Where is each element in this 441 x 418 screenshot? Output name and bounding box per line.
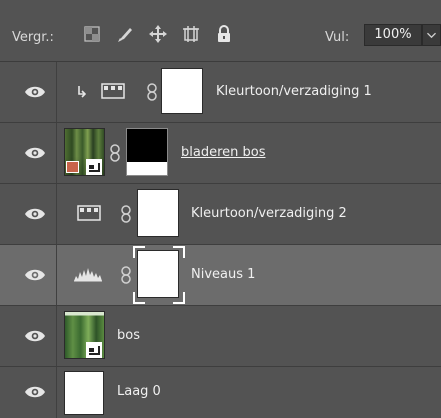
clipping-arrow-icon <box>78 86 86 98</box>
lock-all-icon[interactable] <box>214 24 234 44</box>
layer-name[interactable]: Kleurtoon/verzadiging 1 <box>216 84 372 99</box>
fill-input[interactable]: 100% <box>364 24 422 46</box>
levels-adjustment-icon <box>74 268 102 282</box>
layer-mask-thumbnail[interactable] <box>161 68 203 114</box>
mask-link-icon[interactable] <box>120 205 132 223</box>
mask-selection-bracket <box>173 292 185 304</box>
smart-object-badge-icon <box>86 159 102 175</box>
eye-column-divider <box>56 367 57 418</box>
mask-link-icon[interactable] <box>120 266 132 284</box>
layer-name[interactable]: Kleurtoon/verzadiging 2 <box>191 206 347 221</box>
hue-saturation-adjustment-icon <box>77 205 101 221</box>
layer-name[interactable]: Niveaus 1 <box>191 267 255 282</box>
chevron-down-icon <box>426 32 437 39</box>
mask-link-icon[interactable] <box>109 144 121 162</box>
lock-artboard-icon[interactable] <box>181 24 201 44</box>
visibility-eye-icon[interactable] <box>24 267 46 283</box>
mask-selection-bracket <box>173 246 185 258</box>
layer-mask-thumbnail[interactable] <box>126 128 168 176</box>
layer-name[interactable]: bos <box>117 328 140 343</box>
eye-column-divider <box>56 245 57 305</box>
visibility-eye-icon[interactable] <box>24 384 46 400</box>
lock-label: Vergr.: <box>12 30 54 45</box>
lock-image-pixels-icon[interactable] <box>115 24 135 44</box>
fill-dropdown[interactable] <box>422 24 441 46</box>
layer-thumbnail[interactable] <box>64 371 104 415</box>
layers-lock-toolbar: Vergr.: Vul: 100% <box>0 0 441 62</box>
layer-name[interactable]: Laag 0 <box>117 384 161 399</box>
mask-selection-bracket <box>133 292 145 304</box>
visibility-eye-icon[interactable] <box>24 328 46 344</box>
lock-transparent-pixels-icon[interactable] <box>82 24 102 44</box>
layer-row-selected[interactable]: Niveaus 1 <box>0 245 441 306</box>
layer-name[interactable]: bladeren bos <box>181 145 266 160</box>
visibility-eye-icon[interactable] <box>24 206 46 222</box>
layer-row[interactable]: bladeren bos <box>0 123 441 184</box>
smart-object-badge-icon <box>86 342 102 358</box>
layers-panel: Vergr.: Vul: 100% Kleurtoon/verzadiging … <box>0 0 441 418</box>
eye-column-divider <box>56 123 57 183</box>
hue-saturation-adjustment-icon <box>101 83 125 99</box>
layer-row[interactable]: Kleurtoon/verzadiging 2 <box>0 184 441 245</box>
image-badge-icon <box>66 161 79 173</box>
layer-row[interactable]: bos <box>0 306 441 367</box>
mask-selection-bracket <box>133 246 145 258</box>
visibility-eye-icon[interactable] <box>24 145 46 161</box>
layer-row[interactable]: Laag 0 <box>0 367 441 418</box>
eye-column-divider <box>56 184 57 244</box>
visibility-eye-icon[interactable] <box>24 84 46 100</box>
fill-label: Vul: <box>325 30 350 45</box>
mask-link-icon[interactable] <box>146 83 158 101</box>
layer-row[interactable]: Kleurtoon/verzadiging 1 <box>0 62 441 123</box>
eye-column-divider <box>56 306 57 366</box>
eye-column-divider <box>56 62 57 122</box>
layer-mask-thumbnail[interactable] <box>137 189 179 237</box>
lock-position-icon[interactable] <box>148 24 168 44</box>
